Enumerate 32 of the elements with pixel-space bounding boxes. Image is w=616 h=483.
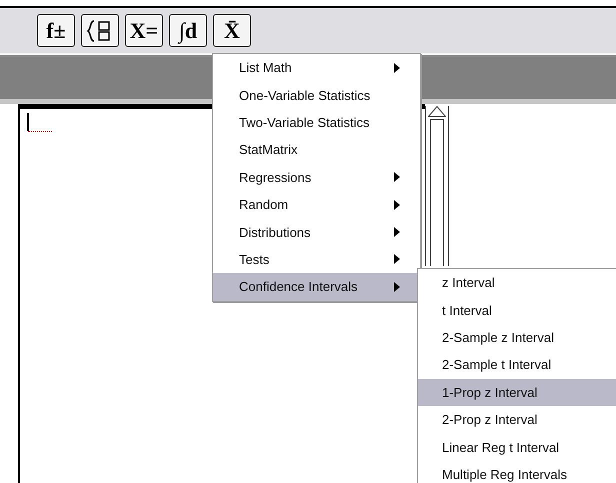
- menu-item[interactable]: List Math: [213, 54, 420, 82]
- submenu-arrow-icon: [394, 172, 400, 182]
- submenu-arrow-icon: [394, 227, 400, 238]
- menu-item[interactable]: 1-Prop z Interval: [418, 378, 616, 406]
- menu-item[interactable]: Confidence Intervals: [213, 273, 420, 301]
- menu-item[interactable]: Multiple Reg Intervals: [418, 460, 616, 483]
- menu-item[interactable]: z Interval: [418, 269, 616, 296]
- text-cursor: [27, 113, 29, 131]
- toolbar-button[interactable]: ∫d: [169, 14, 207, 47]
- menu-item[interactable]: Two-Variable Statistics: [213, 108, 420, 136]
- menu-item[interactable]: 2-Sample t Interval: [418, 351, 616, 379]
- menu-item[interactable]: Distributions: [213, 218, 420, 246]
- submenu-arrow-icon: [394, 282, 400, 292]
- submenu-arrow-icon: [394, 200, 400, 210]
- error-underline: [28, 131, 52, 132]
- menu-item[interactable]: One-Variable Statistics: [213, 81, 420, 109]
- menu-item[interactable]: 2-Prop z Interval: [418, 406, 616, 434]
- scrollbar[interactable]: [425, 106, 449, 266]
- menu-item[interactable]: Linear Reg t Interval: [418, 433, 616, 461]
- menu-item[interactable]: StatMatrix: [213, 136, 420, 164]
- menu-item[interactable]: 2-Sample z Interval: [418, 324, 616, 352]
- toolbar-button[interactable]: X=: [125, 14, 163, 47]
- menu-item[interactable]: Regressions: [213, 164, 420, 191]
- scroll-up-icon: [428, 106, 446, 117]
- menu-item[interactable]: Random: [213, 190, 420, 218]
- toolbar-button[interactable]: f±: [37, 14, 75, 47]
- toolbar-button[interactable]: X̄: [213, 14, 251, 47]
- submenu-arrow-icon: [394, 254, 400, 264]
- toolbar-button[interactable]: [81, 14, 119, 47]
- submenu-arrow-icon: [394, 62, 400, 73]
- menu-item[interactable]: Tests: [213, 246, 420, 274]
- menu-item[interactable]: t Interval: [418, 296, 616, 324]
